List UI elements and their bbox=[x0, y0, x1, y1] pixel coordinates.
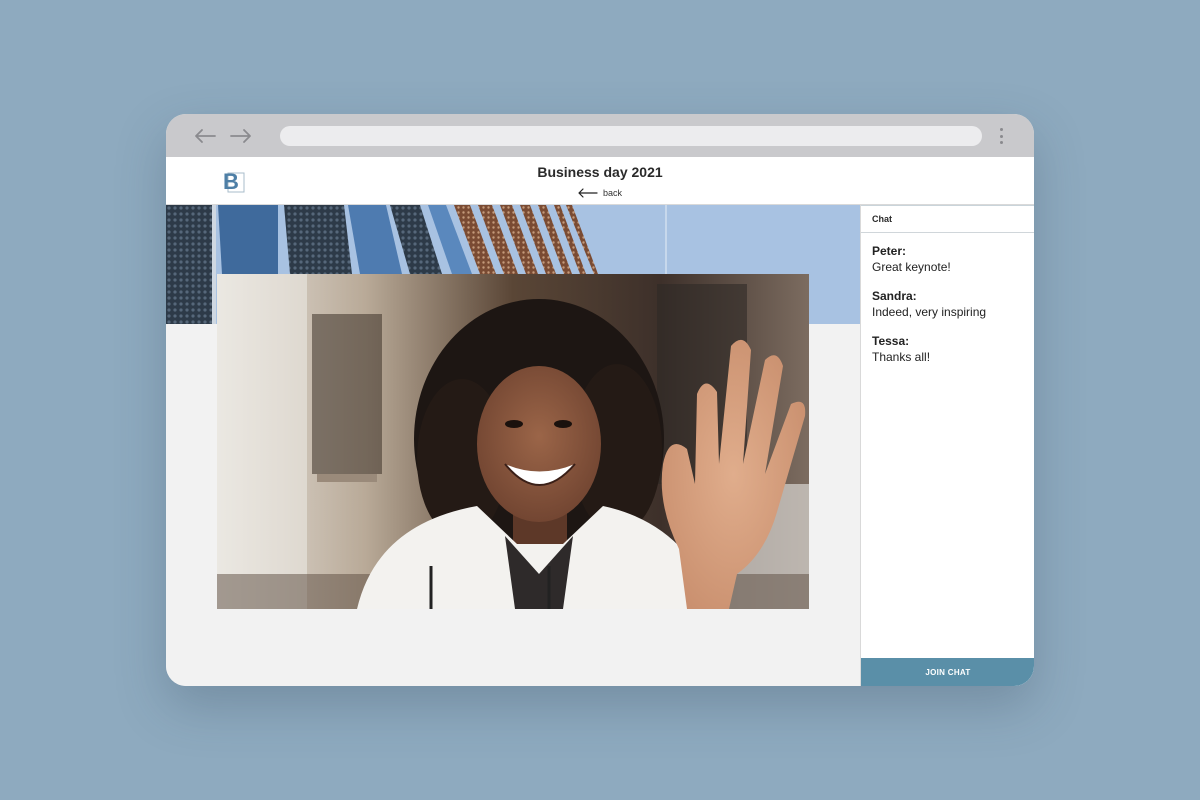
browser-forward-button[interactable] bbox=[228, 123, 254, 149]
arrow-left-icon bbox=[195, 129, 216, 143]
chat-message-list: Peter: Great keynote! Sandra: Indeed, ve… bbox=[872, 243, 1032, 378]
join-chat-button[interactable]: JOIN CHAT bbox=[861, 658, 1034, 686]
chat-title: Chat bbox=[861, 205, 1034, 233]
chat-message: Tessa: Thanks all! bbox=[872, 333, 1032, 365]
message-text: Indeed, very inspiring bbox=[872, 305, 987, 319]
message-text: Great keynote! bbox=[872, 260, 951, 274]
address-bar[interactable] bbox=[280, 126, 982, 146]
more-vertical-icon bbox=[999, 128, 1003, 131]
arrow-right-icon bbox=[230, 129, 251, 143]
chat-message: Sandra: Indeed, very inspiring bbox=[872, 288, 1032, 320]
browser-window: B Business day 2021 back Chat Peter: Gre… bbox=[166, 114, 1034, 686]
browser-menu-button[interactable] bbox=[994, 125, 1008, 147]
speaker-video-frame bbox=[217, 274, 809, 609]
video-player[interactable] bbox=[217, 274, 809, 609]
event-header: B Business day 2021 back bbox=[166, 157, 1034, 205]
message-author: Sandra: bbox=[872, 289, 917, 303]
back-link[interactable]: back bbox=[578, 186, 622, 200]
chat-message: Peter: Great keynote! bbox=[872, 243, 1032, 275]
browser-back-button[interactable] bbox=[192, 123, 218, 149]
chat-panel: Chat Peter: Great keynote! Sandra: Indee… bbox=[860, 205, 1034, 686]
browser-toolbar bbox=[166, 114, 1034, 157]
arrow-left-icon bbox=[578, 188, 598, 198]
message-text: Thanks all! bbox=[872, 350, 931, 364]
stage-area bbox=[166, 205, 860, 686]
back-label: back bbox=[603, 188, 623, 198]
message-author: Peter: bbox=[872, 244, 907, 258]
page-title: Business day 2021 bbox=[537, 164, 663, 180]
message-author: Tessa: bbox=[872, 334, 910, 348]
